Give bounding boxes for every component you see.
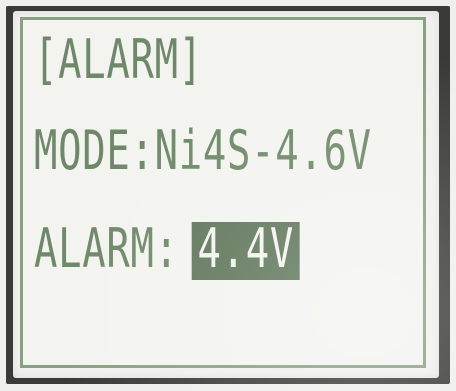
mode-label: MODE: [34,119,155,182]
screen-title-text: [ALARM] [34,28,203,91]
mode-value: Ni4S-4.6V [154,119,372,182]
alarm-label: ALARM: [34,217,179,280]
screen-title: [ALARM] [34,33,203,87]
alarm-row: ALARM: 4.4V [34,222,300,280]
device-panel: [ALARM] MODE:Ni4S-4.6V ALARM: 4.4V [0,0,456,391]
alarm-value-selected[interactable]: 4.4V [191,222,300,280]
mode-row: MODE:Ni4S-4.6V [34,124,372,178]
